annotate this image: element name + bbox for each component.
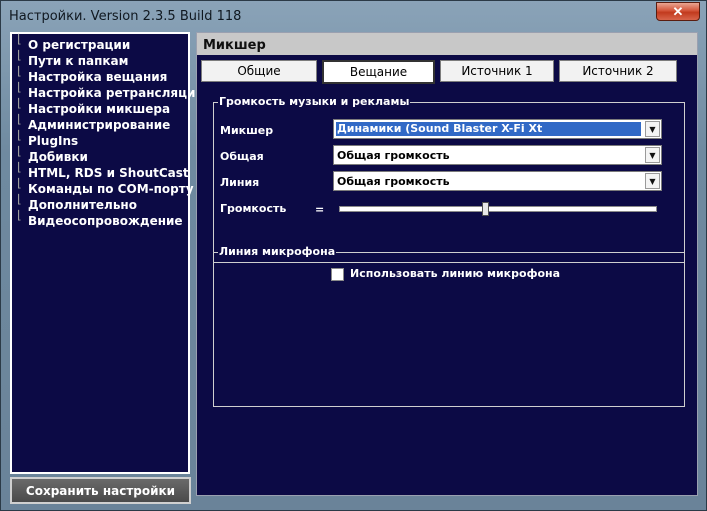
chevron-down-icon[interactable]: ▼ <box>645 147 660 163</box>
sidebar-item-label: HTML, RDS и ShoutCast <box>28 166 189 180</box>
save-settings-button[interactable]: Сохранить настройки <box>10 477 191 504</box>
sidebar-item-label: Настройки микшера <box>28 102 171 116</box>
chevron-down-icon[interactable]: ▼ <box>645 121 660 137</box>
sidebar-item-folders[interactable]: ⌊ Пути к папкам <box>17 48 129 68</box>
settings-sidebar: ⌊ О регистрации ⌊ Пути к папкам ⌊ Настро… <box>10 32 204 474</box>
tree-line-icon: ⌊ <box>17 176 22 190</box>
sidebar-item-admin[interactable]: ⌊ Администрирование <box>17 112 171 132</box>
mixer-panel: Микшер Общие Вещание Источник 1 Источник… <box>196 32 698 496</box>
select-value: Общая громкость <box>337 175 450 188</box>
sidebar-item-label: Настройка вещания <box>28 70 168 84</box>
sidebar-item-label: Администрирование <box>28 118 171 132</box>
tree-line-icon: ⌊ <box>17 192 22 206</box>
chevron-down-icon[interactable]: ▼ <box>645 173 660 189</box>
sidebar-item-label: Настройка ретрансляции <box>28 86 204 100</box>
sidebar-item-video[interactable]: ⌊ Видеосопровождение <box>17 208 183 228</box>
sidebar-item-com-port[interactable]: ⌊ Команды по COM-порту <box>17 176 194 196</box>
tree-line-icon: ⌊ <box>17 96 22 110</box>
use-mic-label[interactable]: Использовать линию микрофона <box>350 267 560 280</box>
sidebar-item-broadcast[interactable]: ⌊ Настройка вещания <box>17 64 168 84</box>
tree-line-icon: ⌊ <box>17 112 22 126</box>
sidebar-item-label: О регистрации <box>28 38 131 52</box>
tab-general[interactable]: Общие <box>201 60 317 82</box>
select-value: Общая громкость <box>337 149 450 162</box>
sidebar-item-html-rds[interactable]: ⌊ HTML, RDS и ShoutCast <box>17 160 189 180</box>
tree-line-icon: ⌊ <box>17 160 22 174</box>
sidebar-item-label: Добивки <box>28 150 88 164</box>
title-bar[interactable]: Настройки. Version 2.3.5 Build 118 ✕ <box>1 1 706 31</box>
tree-line-icon: ⌊ <box>17 32 22 46</box>
panel-header: Микшер <box>197 33 697 55</box>
volume-slider-thumb[interactable] <box>482 202 490 216</box>
line-label: Линия <box>220 176 260 189</box>
mixer-label: Микшер <box>220 124 274 137</box>
tab-source-1[interactable]: Источник 1 <box>440 60 554 82</box>
sidebar-item-registration[interactable]: ⌊ О регистрации <box>17 32 131 52</box>
sidebar-item-mixer[interactable]: ⌊ Настройки микшера <box>17 96 171 116</box>
tree-line-icon: ⌊ <box>17 128 22 142</box>
general-volume-select[interactable]: Общая громкость ▼ <box>333 145 662 165</box>
tree-line-icon: ⌊ <box>17 80 22 94</box>
line-volume-select[interactable]: Общая громкость ▼ <box>333 171 662 191</box>
tree-line-icon: ⌊ <box>17 144 22 158</box>
group-title: Громкость музыки и рекламы <box>218 95 411 108</box>
select-value: Динамики (Sound Blaster X-Fi Xt <box>336 122 641 136</box>
page-title: Микшер <box>203 38 266 53</box>
music-volume-group: Громкость музыки и рекламы Микшер Динами… <box>213 95 685 263</box>
sidebar-item-label: PlugIns <box>28 134 79 148</box>
volume-slider[interactable] <box>339 206 657 212</box>
sidebar-item-label: Команды по COM-порту <box>28 182 194 196</box>
use-mic-checkbox[interactable] <box>331 268 344 281</box>
tab-source-2[interactable]: Источник 2 <box>559 60 677 82</box>
tree-line-icon: ⌊ <box>17 64 22 78</box>
tree-line-icon: ⌊ <box>17 208 22 222</box>
mixer-select[interactable]: Динамики (Sound Blaster X-Fi Xt ▼ <box>333 119 662 139</box>
sidebar-item-label: Дополнительно <box>28 198 137 212</box>
sidebar-item-jingles[interactable]: ⌊ Добивки <box>17 144 88 164</box>
volume-label: Громкость <box>220 202 287 215</box>
tree-line-icon: ⌊ <box>17 48 22 62</box>
general-label: Общая <box>220 150 264 163</box>
tab-broadcast[interactable]: Вещание <box>322 60 435 84</box>
close-button[interactable]: ✕ <box>656 2 700 21</box>
sidebar-item-label: Пути к папкам <box>28 54 129 68</box>
sidebar-item-relay[interactable]: ⌊ Настройка ретрансляции <box>17 80 204 100</box>
volume-equals: = <box>315 203 325 216</box>
window-title: Настройки. Version 2.3.5 Build 118 <box>9 9 242 24</box>
sidebar-item-label: Видеосопровождение <box>28 214 183 228</box>
close-icon: ✕ <box>672 3 684 19</box>
sidebar-item-advanced[interactable]: ⌊ Дополнительно <box>17 192 137 212</box>
settings-window: Настройки. Version 2.3.5 Build 118 ✕ ⌊ О… <box>0 0 707 511</box>
group-title: Линия микрофона <box>218 245 337 258</box>
sidebar-item-plugins[interactable]: ⌊ PlugIns <box>17 128 79 148</box>
mic-line-group: Линия микрофона Использовать линию микро… <box>213 245 685 407</box>
